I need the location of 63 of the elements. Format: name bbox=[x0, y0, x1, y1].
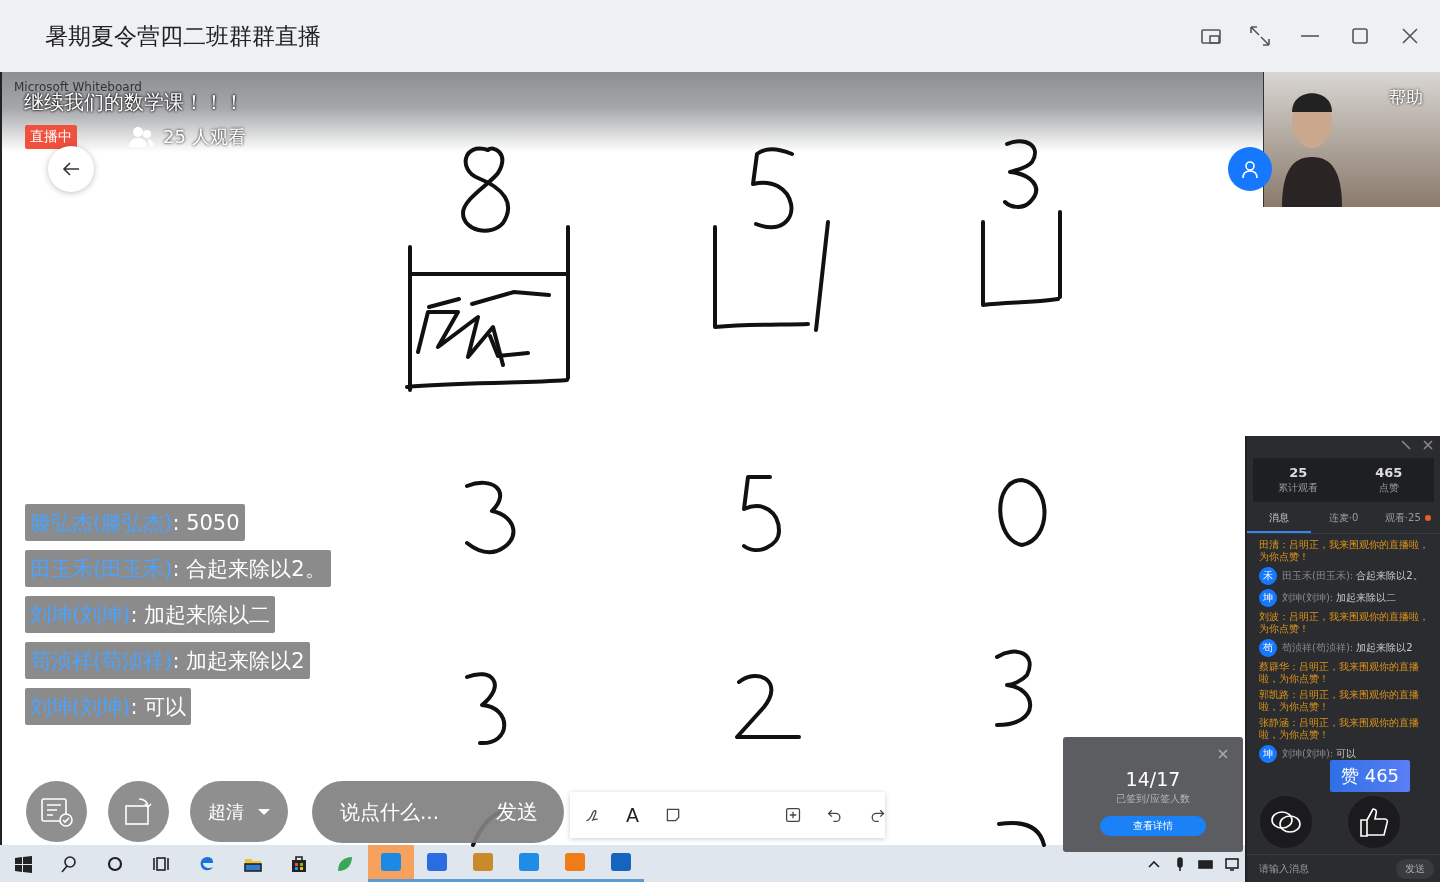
quality-dropdown[interactable]: 超清 bbox=[190, 781, 288, 842]
like-button[interactable] bbox=[1348, 796, 1400, 848]
panel-tab[interactable]: 消息 bbox=[1247, 505, 1312, 533]
close-icon[interactable] bbox=[1217, 748, 1229, 760]
window-icon[interactable] bbox=[1200, 26, 1222, 46]
camera-label: 帮助 bbox=[1389, 86, 1423, 109]
windows-icon[interactable] bbox=[14, 854, 32, 873]
viewers-icon bbox=[127, 125, 155, 149]
chat-bubble: 苟浈祥(苟浈祥): 加起来除以2 bbox=[25, 642, 310, 679]
system-message: 郭凯路：吕明正，我来围观你的直播啦，为你点赞！ bbox=[1259, 689, 1420, 713]
sign-in-caption: 已签到/应签人数 bbox=[1116, 792, 1190, 806]
live-badge: 直播中 bbox=[25, 125, 77, 149]
send-button[interactable]: 发送 bbox=[496, 798, 538, 826]
chat-bubble: 刘坤(刘坤): 可以 bbox=[25, 688, 192, 725]
chat-bubble: 田玉禾(田玉禾): 合起来除以2。 bbox=[25, 550, 331, 587]
stat-label: 累计观看 bbox=[1278, 481, 1319, 495]
store-icon[interactable] bbox=[289, 853, 309, 874]
chat-bubble: 刘坤(刘坤): 加起来除以二 bbox=[25, 596, 276, 633]
user-icon bbox=[1240, 159, 1260, 179]
notes-icon bbox=[39, 795, 74, 828]
system-message: 田清：吕明正，我来围观你的直播啦，为你点赞！ bbox=[1259, 539, 1430, 563]
monitor-icon[interactable] bbox=[1224, 855, 1240, 872]
chat-message: 苟浈祥(苟浈祥): 加起来除以2 bbox=[1282, 641, 1413, 655]
send-button[interactable]: 发送 bbox=[1396, 858, 1434, 879]
sign-in-count: 14/17 bbox=[1125, 768, 1181, 790]
panel-tab[interactable]: 观看·25 bbox=[1375, 505, 1440, 533]
stream-title: 继续我们的数学课！！！ bbox=[24, 90, 244, 116]
cortana-icon[interactable] bbox=[106, 854, 124, 873]
stat-value: 25 bbox=[1289, 465, 1308, 480]
avatar: 苟 bbox=[1259, 639, 1277, 657]
add-frame-icon[interactable] bbox=[784, 805, 801, 825]
caret-icon bbox=[258, 807, 270, 816]
system-message: 蔡辟华：吕明正，我来围观你的直播啦，为你点赞！ bbox=[1259, 661, 1420, 685]
window-title: 暑期夏令营四二班群群直播 bbox=[45, 21, 322, 51]
viewer-count: 25 人观看 bbox=[163, 125, 246, 149]
task-view-icon[interactable] bbox=[152, 854, 170, 873]
details-button[interactable]: 查看详情 bbox=[1100, 816, 1206, 836]
text-tool[interactable]: A bbox=[626, 804, 640, 826]
user-button[interactable] bbox=[1228, 147, 1272, 191]
thumbs-up-icon bbox=[1357, 805, 1391, 839]
back-button[interactable] bbox=[48, 146, 94, 192]
search-icon[interactable] bbox=[60, 854, 78, 873]
notes-button[interactable] bbox=[26, 781, 87, 842]
chat-message: 刘坤(刘坤): 加起来除以二 bbox=[1282, 591, 1397, 605]
avatar: 禾 bbox=[1259, 567, 1277, 585]
comment-field[interactable]: 说点什么... 发送 bbox=[312, 781, 564, 843]
rotate-button[interactable] bbox=[108, 781, 169, 842]
link-button[interactable] bbox=[1260, 796, 1312, 848]
likes-badge: 赞 465 bbox=[1330, 760, 1410, 792]
chat-message: 田玉禾(田玉禾): 合起来除以2。 bbox=[1282, 569, 1423, 583]
system-message: 张静涵：吕明正，我来围观你的直播啦，为你点赞！ bbox=[1259, 717, 1420, 741]
chat-message: 刘坤(刘坤): 可以 bbox=[1282, 747, 1357, 761]
stat-value: 465 bbox=[1375, 465, 1403, 480]
chat-bubble: 滕弘杰(滕弘杰): 5050 bbox=[25, 504, 245, 541]
system-message: 刘波：吕明正，我来围观你的直播啦，为你点赞！ bbox=[1259, 611, 1430, 635]
avatar: 坤 bbox=[1259, 745, 1277, 763]
close-icon[interactable] bbox=[1422, 439, 1434, 451]
stat-label: 点赞 bbox=[1378, 481, 1399, 495]
rotate-icon bbox=[122, 795, 155, 828]
panel-tab[interactable]: 连麦·0 bbox=[1311, 505, 1376, 533]
expand-icon[interactable] bbox=[1248, 24, 1272, 48]
avatar: 坤 bbox=[1259, 589, 1277, 607]
message-field[interactable]: 请输入消息 发送 bbox=[1247, 854, 1440, 882]
